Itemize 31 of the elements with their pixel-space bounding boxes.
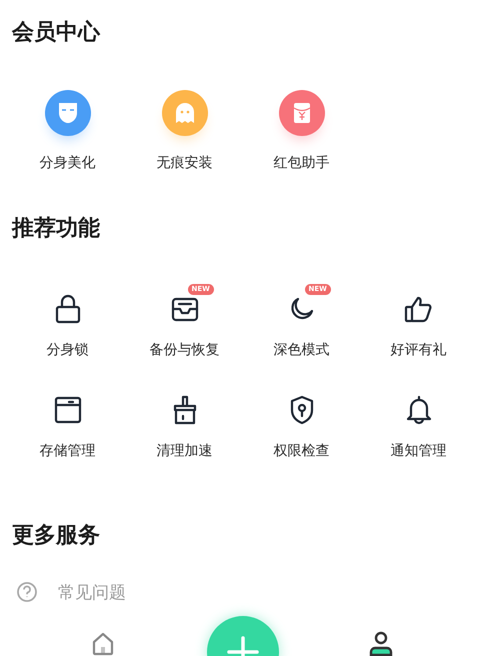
bell-icon <box>404 395 432 425</box>
feature-label[interactable]: 存储管理 <box>40 442 96 460</box>
storage-box-icon <box>54 396 82 424</box>
feature-label[interactable]: 分身锁 <box>46 341 88 359</box>
shield-icon <box>288 395 314 425</box>
ghost-icon <box>174 102 194 124</box>
feature-circle-icon[interactable] <box>44 90 90 136</box>
section-title: 更多服务 <box>11 522 101 550</box>
feature-label[interactable]: 权限检查 <box>274 442 330 460</box>
lock-icon <box>54 294 80 324</box>
brush-icon <box>172 395 198 425</box>
feature-label: 红包助手 <box>274 154 330 172</box>
question-icon <box>16 581 38 603</box>
person-icon <box>368 631 394 656</box>
feature-circle-icon[interactable] <box>278 90 324 136</box>
home-icon <box>90 632 114 656</box>
feature-label[interactable]: 备份与恢复 <box>150 341 220 359</box>
feature-circle-icon[interactable] <box>162 90 208 136</box>
feature-label[interactable]: 清理加速 <box>156 442 212 460</box>
feature-label: 分身美化 <box>40 154 96 172</box>
section-title: 会员中心 <box>10 18 102 47</box>
feature-label[interactable]: 好评有礼 <box>390 341 446 359</box>
feature-label[interactable]: 深色模式 <box>274 341 330 359</box>
tray-icon <box>170 295 198 323</box>
mask-icon <box>56 101 78 125</box>
feature-label: 无痕安装 <box>156 154 212 172</box>
profile-tab[interactable] <box>367 630 395 656</box>
thumbs-up-icon <box>404 295 434 323</box>
envelope-icon <box>292 102 310 124</box>
feature-label[interactable]: 通知管理 <box>390 442 446 460</box>
section-title: 推荐功能 <box>10 215 101 243</box>
